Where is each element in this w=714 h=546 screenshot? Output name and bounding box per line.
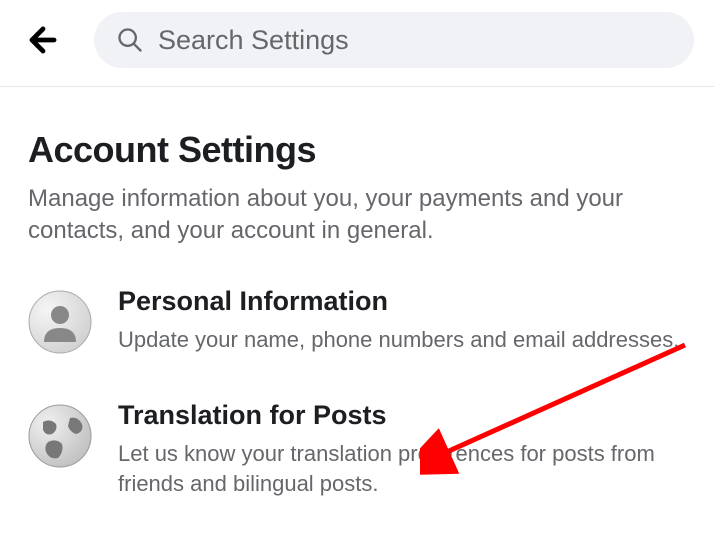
search-placeholder: Search Settings [158, 25, 349, 56]
item-text: Personal Information Update your name, p… [118, 286, 686, 355]
item-description: Update your name, phone numbers and emai… [118, 325, 686, 355]
person-icon [28, 290, 92, 354]
search-input[interactable]: Search Settings [94, 12, 694, 68]
page-subtitle: Manage information about you, your payme… [28, 183, 686, 248]
item-title: Personal Information [118, 286, 686, 317]
item-title: Translation for Posts [118, 400, 686, 431]
item-text: Translation for Posts Let us know your t… [118, 400, 686, 498]
settings-item-personal-information[interactable]: Personal Information Update your name, p… [28, 286, 686, 355]
globe-icon [28, 404, 92, 468]
search-icon [116, 26, 144, 54]
content-area: Account Settings Manage information abou… [0, 87, 714, 499]
settings-item-translation-for-posts[interactable]: Translation for Posts Let us know your t… [28, 400, 686, 498]
header-bar: Search Settings [0, 0, 714, 87]
arrow-left-icon [24, 21, 62, 59]
back-button[interactable] [20, 17, 66, 63]
item-description: Let us know your translation preferences… [118, 439, 686, 498]
page-title: Account Settings [28, 129, 686, 171]
